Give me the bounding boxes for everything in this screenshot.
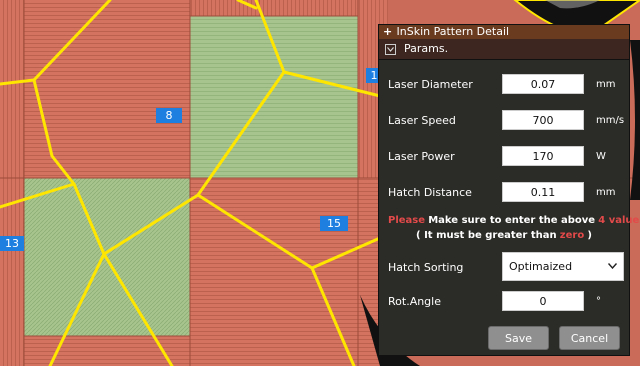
warning-line-2: ( It must be greater than zero ) (379, 230, 629, 241)
chevron-down-icon (387, 46, 394, 52)
warning-text: ( It must be greater than (416, 230, 557, 241)
laser-power-input[interactable] (502, 146, 584, 166)
field-label: Laser Speed (388, 113, 456, 127)
warning-text: ) (587, 230, 592, 241)
select-value: Optimaized (509, 260, 573, 273)
params-section-header[interactable]: Params. (379, 39, 629, 60)
laser-speed-input[interactable] (502, 110, 584, 130)
cancel-button[interactable]: Cancel (559, 326, 620, 350)
field-label: Hatch Sorting (388, 260, 464, 274)
tile (24, 0, 190, 178)
field-row-hatch-distance: Hatch Distance mm (388, 181, 615, 203)
field-label: Hatch Distance (388, 185, 472, 199)
field-row-rot-angle: Rot.Angle ° (388, 290, 601, 312)
save-button[interactable]: Save (488, 326, 549, 350)
field-unit: mm (596, 186, 616, 198)
warning-zero: zero (559, 230, 585, 241)
section-label: Params. (404, 42, 449, 55)
field-row-laser-power: Laser Power W (388, 145, 606, 167)
field-label: Rot.Angle (388, 294, 441, 308)
tile (0, 0, 24, 178)
field-unit: mm (596, 78, 616, 90)
field-unit: mm/s (596, 114, 625, 126)
tile (24, 336, 190, 366)
warning-please: Please (388, 215, 426, 226)
rot-angle-input[interactable] (502, 291, 584, 311)
field-unit: ° (596, 295, 601, 307)
field-row-laser-diameter: Laser Diameter mm (388, 73, 615, 95)
tile-selected (190, 16, 358, 178)
tile (190, 178, 380, 366)
field-label: Laser Power (388, 149, 455, 163)
field-row-laser-speed: Laser Speed mm/s (388, 109, 624, 131)
inskin-pattern-detail-panel: + InSkin Pattern Detail Params. Laser Di… (378, 24, 640, 356)
collapse-toggle[interactable] (385, 43, 396, 55)
field-unit: W (596, 150, 606, 162)
warning-text: Make sure to enter the above (428, 215, 596, 226)
plus-icon: + (383, 25, 393, 38)
field-label: Laser Diameter (388, 77, 473, 91)
panel-titlebar[interactable]: + InSkin Pattern Detail (379, 25, 629, 39)
hatch-sorting-select[interactable]: Optimaized (502, 252, 624, 281)
field-row-hatch-sorting: Hatch Sorting (388, 256, 502, 278)
region-label: 8 (156, 108, 182, 123)
laser-diameter-input[interactable] (502, 74, 584, 94)
warning-count: 4 values (598, 215, 640, 226)
panel-title: InSkin Pattern Detail (396, 25, 510, 38)
chevron-down-icon (608, 263, 617, 269)
tile (190, 0, 358, 16)
warning-line-1: Please Make sure to enter the above 4 va… (388, 215, 640, 226)
region-label: 13 (0, 236, 24, 251)
region-label: 15 (320, 216, 348, 231)
hatch-distance-input[interactable] (502, 182, 584, 202)
